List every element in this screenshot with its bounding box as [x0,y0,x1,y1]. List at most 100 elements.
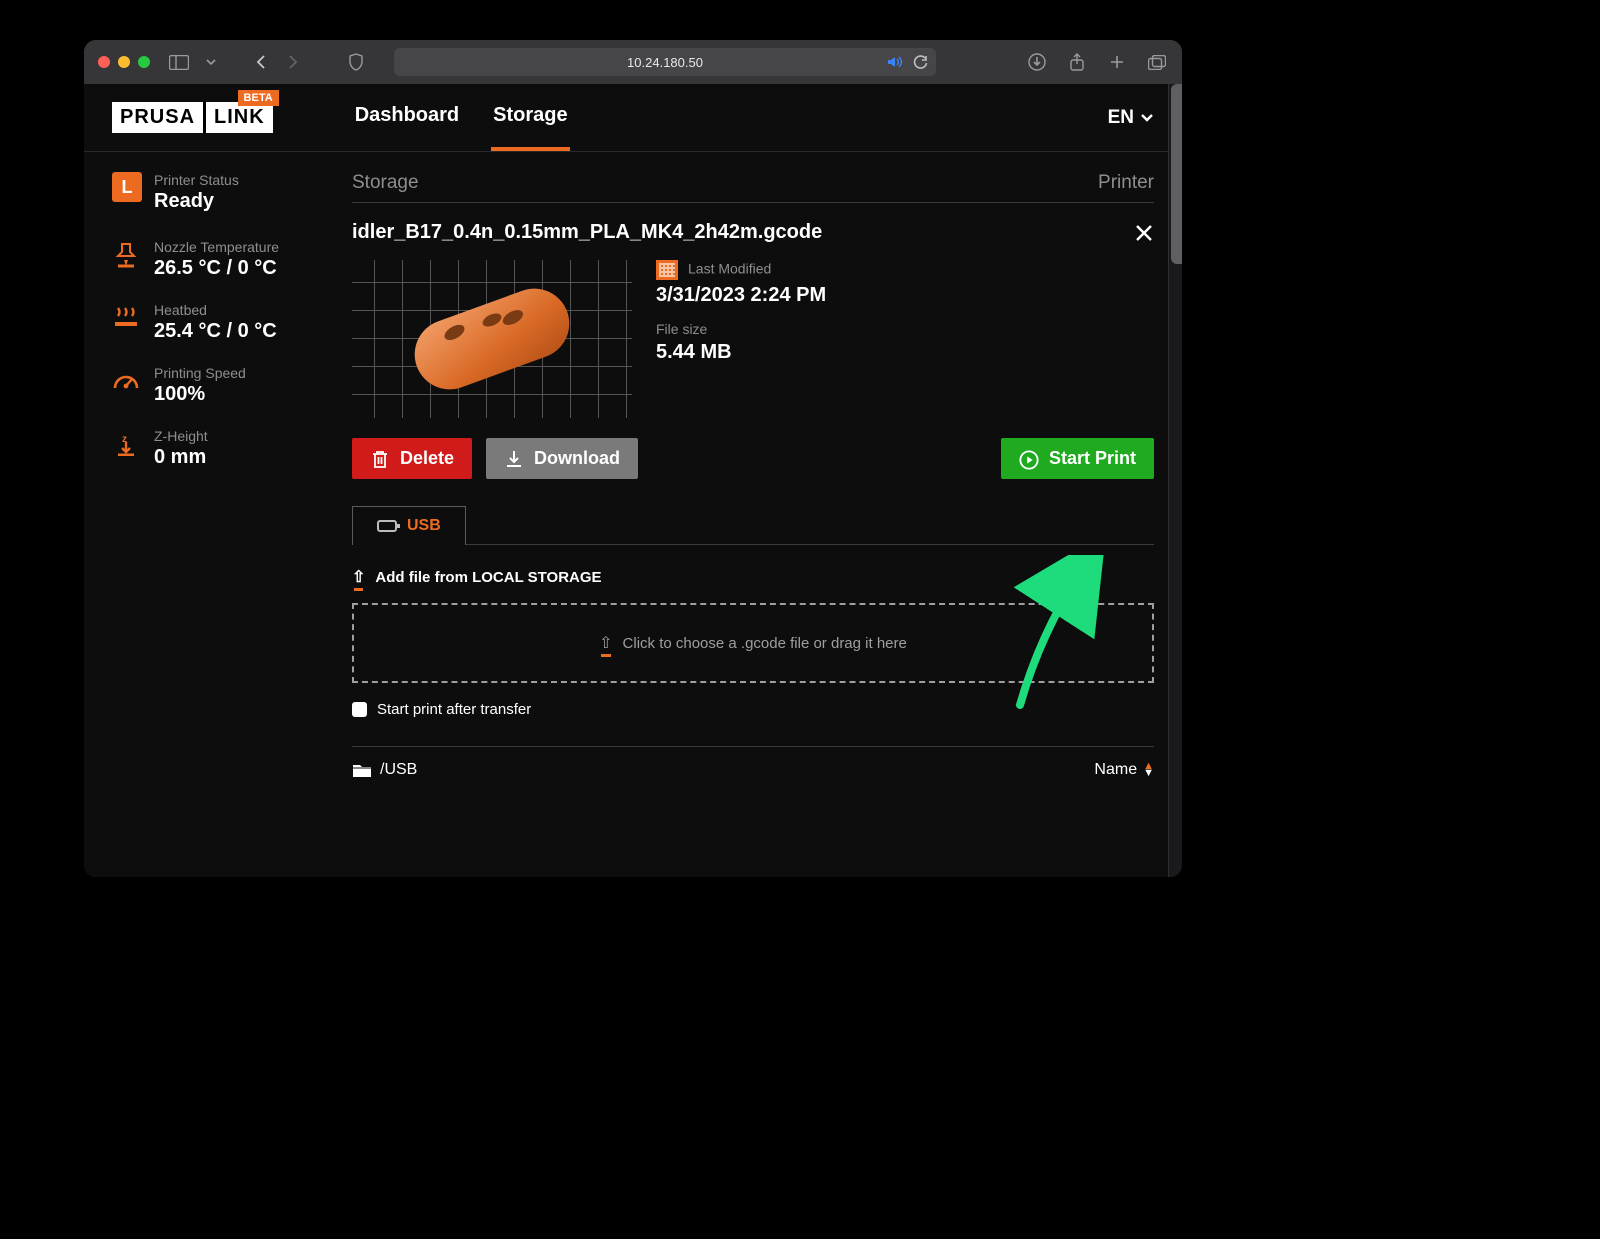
privacy-shield-icon[interactable] [348,53,364,71]
start-print-label: Start Print [1049,448,1136,469]
path-text: /USB [380,761,417,779]
upload-icon: ⇧ [352,567,365,587]
file-title-row: idler_B17_0.4n_0.15mm_PLA_MK4_2h42m.gcod… [352,221,1154,244]
status-sidebar: L Printer Status Ready Nozzle Temperatur… [112,172,352,867]
app-header: PRUSA LINK BETA Dashboard Storage EN [84,84,1182,152]
speed-label: Printing Speed [154,365,246,381]
download-label: Download [534,448,620,469]
audio-icon[interactable] [887,55,903,69]
file-size-value: 5.44 MB [656,341,826,364]
file-thumbnail [352,260,632,418]
status-value: Ready [154,190,239,213]
window-controls [98,56,150,68]
download-button[interactable]: Download [486,438,638,479]
main-area: L Printer Status Ready Nozzle Temperatur… [84,152,1182,877]
folder-icon [352,762,372,778]
play-icon [1019,449,1039,469]
file-dropzone[interactable]: ⇧ Click to choose a .gcode file or drag … [352,603,1154,683]
nozzle-icon [112,241,140,269]
storage-panel: Storage Printer idler_B17_0.4n_0.15mm_PL… [352,172,1154,867]
app-content: PRUSA LINK BETA Dashboard Storage EN L [84,84,1182,877]
calendar-icon [656,260,678,280]
storage-tabs: USB [352,505,1154,545]
trash-icon [370,449,390,469]
file-actions: Delete Download Start Print [352,438,1154,479]
checkbox-label: Start print after transfer [377,701,531,718]
tab-usb-label: USB [407,517,441,535]
vertical-scrollbar[interactable] [1168,84,1182,877]
speed-metric: Printing Speed 100% [112,365,334,406]
file-name: idler_B17_0.4n_0.15mm_PLA_MK4_2h42m.gcod… [352,221,822,244]
panel-head-left: Storage [352,172,419,194]
zheight-icon: z [112,430,140,458]
main-nav: Dashboard Storage [353,84,570,151]
gauge-icon [112,367,140,395]
share-icon[interactable] [1066,53,1088,71]
usb-icon [377,520,397,532]
zheight-label: Z-Height [154,428,208,444]
file-size-label: File size [656,321,826,337]
current-path[interactable]: /USB [352,761,417,779]
tab-usb[interactable]: USB [352,506,466,545]
address-text: 10.24.180.50 [627,55,703,70]
panel-head-right: Printer [1098,172,1154,194]
start-after-transfer-row[interactable]: Start print after transfer [352,701,1154,718]
beta-badge: BETA [238,90,279,106]
language-selector[interactable]: EN [1108,107,1154,129]
dropzone-label: Click to choose a .gcode file or drag it… [623,635,907,652]
chevron-down-icon [1140,113,1154,123]
zheight-metric: z Z-Height 0 mm [112,428,334,469]
nozzle-label: Nozzle Temperature [154,239,279,255]
zheight-value: 0 mm [154,446,208,469]
delete-button[interactable]: Delete [352,438,472,479]
sort-arrows-icon: ▲▼ [1143,763,1154,777]
logo-link: LINK [203,102,273,133]
last-modified-label: Last Modified [688,261,771,277]
last-modified-value: 3/31/2023 2:24 PM [656,284,826,307]
panel-heading: Storage Printer [352,172,1154,203]
nozzle-metric: Nozzle Temperature 26.5 °C / 0 °C [112,239,334,280]
delete-label: Delete [400,448,454,469]
close-icon[interactable] [1134,223,1154,243]
scrollbar-thumb[interactable] [1171,84,1182,264]
reload-icon[interactable] [913,55,928,70]
downloads-icon[interactable] [1026,53,1048,71]
upload-icon: ⇧ [599,633,612,653]
forward-button[interactable] [282,53,304,71]
download-icon [504,449,524,469]
back-button[interactable] [250,53,272,71]
nav-storage[interactable]: Storage [491,84,569,151]
add-file-label: Add file from LOCAL STORAGE [375,569,601,586]
file-size-block: File size 5.44 MB [656,321,826,364]
sidebar-toggle-icon[interactable] [168,53,190,71]
browser-titlebar: 10.24.180.50 [84,40,1182,84]
last-modified-block: Last Modified 3/31/2023 2:24 PM [656,260,826,307]
heatbed-icon [112,304,140,332]
checkbox[interactable] [352,702,367,717]
printer-status-block: L Printer Status Ready [112,172,334,213]
chevron-down-icon[interactable] [200,53,222,71]
new-tab-icon[interactable] [1106,53,1128,71]
address-bar[interactable]: 10.24.180.50 [394,48,936,76]
speed-value: 100% [154,383,246,406]
path-bar: /USB Name ▲▼ [352,746,1154,779]
logo-prusa: PRUSA [112,102,203,133]
prusalink-logo: PRUSA LINK BETA [112,102,273,133]
file-meta: Last Modified 3/31/2023 2:24 PM File siz… [656,260,826,364]
browser-window: 10.24.180.50 [84,40,1182,877]
language-label: EN [1108,107,1134,129]
heatbed-metric: Heatbed 25.4 °C / 0 °C [112,302,334,343]
tab-overview-icon[interactable] [1146,53,1168,71]
close-window-button[interactable] [98,56,110,68]
start-print-button[interactable]: Start Print [1001,438,1154,479]
minimize-window-button[interactable] [118,56,130,68]
status-badge: L [112,172,142,202]
nozzle-value: 26.5 °C / 0 °C [154,257,279,280]
maximize-window-button[interactable] [138,56,150,68]
sort-label: Name [1094,761,1137,779]
heatbed-label: Heatbed [154,302,277,318]
sort-control[interactable]: Name ▲▼ [1094,761,1154,779]
add-file-row[interactable]: ⇧ Add file from LOCAL STORAGE [352,567,1154,587]
file-detail: Last Modified 3/31/2023 2:24 PM File siz… [352,260,1154,418]
nav-dashboard[interactable]: Dashboard [353,84,461,151]
